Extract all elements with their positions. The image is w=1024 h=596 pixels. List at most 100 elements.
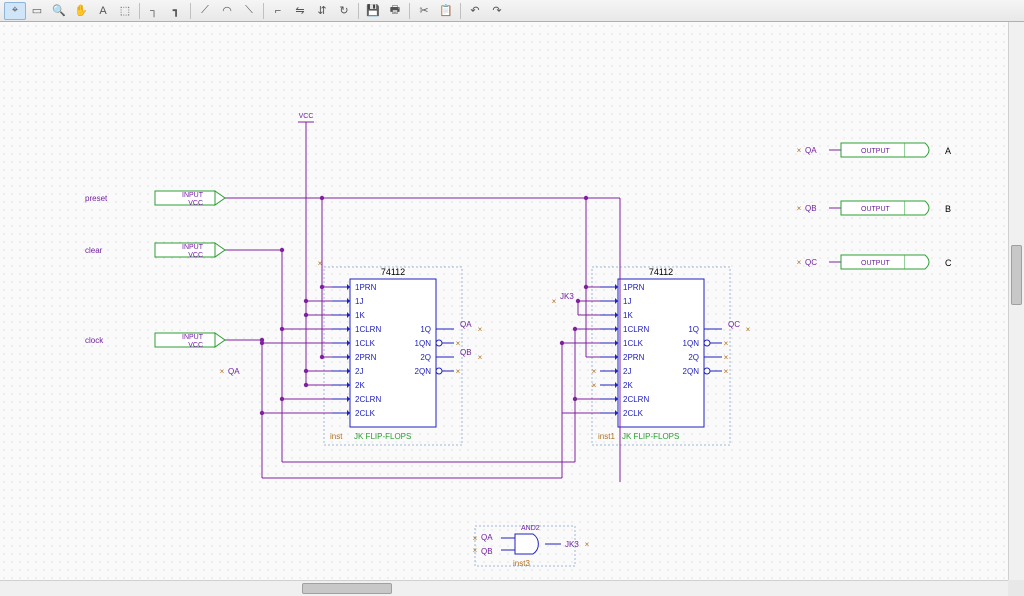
svg-text:1QN: 1QN: [415, 339, 432, 348]
svg-text:1Q: 1Q: [420, 325, 431, 334]
svg-text:×: ×: [797, 146, 802, 155]
undo-icon[interactable]: ↶: [464, 2, 486, 20]
svg-text:2Q: 2Q: [688, 353, 699, 362]
flip-h-icon[interactable]: ⇋: [289, 2, 311, 20]
svg-text:1K: 1K: [623, 311, 633, 320]
svg-text:1CLRN: 1CLRN: [355, 325, 381, 334]
svg-text:A: A: [945, 146, 951, 156]
svg-text:×: ×: [592, 381, 597, 390]
svg-text:×: ×: [473, 534, 478, 543]
svg-text:B: B: [945, 204, 951, 214]
scrollbar-thumb[interactable]: [1011, 245, 1022, 305]
svg-text:×: ×: [592, 367, 597, 376]
svg-text:INPUT: INPUT: [182, 334, 204, 341]
svg-text:QC: QC: [728, 320, 740, 329]
svg-text:1PRN: 1PRN: [355, 283, 377, 292]
svg-text:OUTPUT: OUTPUT: [861, 206, 891, 213]
svg-text:×: ×: [478, 353, 483, 362]
svg-text:1QN: 1QN: [683, 339, 700, 348]
svg-text:OUTPUT: OUTPUT: [861, 260, 891, 267]
zoom-icon[interactable]: 🔍: [48, 2, 70, 20]
svg-text:QC: QC: [805, 258, 817, 267]
svg-text:×: ×: [220, 367, 225, 376]
svg-text:INPUT: INPUT: [182, 192, 204, 199]
svg-text:inst1: inst1: [598, 432, 615, 441]
scroll-corner: [1008, 580, 1024, 596]
redo-icon[interactable]: ↷: [486, 2, 508, 20]
svg-text:1J: 1J: [623, 297, 631, 306]
svg-text:×: ×: [456, 367, 461, 376]
svg-text:inst: inst: [330, 432, 343, 441]
svg-text:×: ×: [585, 540, 590, 549]
svg-text:JK FLIP-FLOPS: JK FLIP-FLOPS: [622, 432, 679, 441]
svg-text:preset: preset: [85, 194, 108, 203]
svg-text:2CLK: 2CLK: [355, 409, 376, 418]
vertical-scrollbar[interactable]: [1008, 22, 1024, 580]
pointer-icon[interactable]: ⌖: [4, 2, 26, 20]
arc-icon[interactable]: ◠: [216, 2, 238, 20]
svg-text:INPUT: INPUT: [182, 244, 204, 251]
svg-text:clock: clock: [85, 336, 104, 345]
svg-text:1PRN: 1PRN: [623, 283, 645, 292]
svg-text:QB: QB: [481, 547, 493, 556]
svg-text:QA: QA: [460, 320, 472, 329]
svg-text:JK3: JK3: [560, 292, 574, 301]
svg-text:2QN: 2QN: [415, 367, 432, 376]
schematic-svg: 74112 1PRN 1J 1K 1CLRN 1CLK 2PRN 2J 2K 2CLRN 2CLK 1…: [0, 22, 1008, 580]
svg-text:JK FLIP-FLOPS: JK FLIP-FLOPS: [354, 432, 411, 441]
paste-icon[interactable]: 📋: [435, 2, 457, 20]
svg-text:2CLRN: 2CLRN: [623, 395, 649, 404]
rotate-icon[interactable]: ↻: [333, 2, 355, 20]
print-icon[interactable]: 🖶: [384, 2, 406, 20]
svg-text:QB: QB: [805, 204, 817, 213]
svg-text:×: ×: [797, 258, 802, 267]
svg-text:AND2: AND2: [521, 525, 540, 532]
svg-text:74112: 74112: [381, 267, 405, 277]
select-icon[interactable]: ▭: [26, 2, 48, 20]
scrollbar-thumb[interactable]: [302, 583, 392, 594]
svg-text:2J: 2J: [355, 367, 363, 376]
svg-text:×: ×: [724, 367, 729, 376]
toolbar: ⌖▭🔍✋A⬚ ┐┓ ⟋◠⟍ ⌐⇋⇵↻ 💾🖶 ✂📋 ↶↷: [0, 0, 1024, 22]
svg-text:1CLK: 1CLK: [355, 339, 376, 348]
svg-text:2K: 2K: [355, 381, 365, 390]
schematic-canvas[interactable]: 74112 1PRN 1J 1K 1CLRN 1CLK 2PRN 2J 2K 2CLRN 2CLK 1…: [0, 22, 1008, 580]
rubber-icon[interactable]: ⟍: [238, 2, 260, 20]
svg-text:2CLRN: 2CLRN: [355, 395, 381, 404]
svg-text:clear: clear: [85, 246, 103, 255]
cut-icon[interactable]: ✂: [413, 2, 435, 20]
svg-text:JK3: JK3: [565, 540, 579, 549]
svg-text:QB: QB: [460, 348, 472, 357]
svg-text:C: C: [945, 258, 952, 268]
svg-text:VCC: VCC: [188, 200, 203, 207]
save-icon[interactable]: 💾: [362, 2, 384, 20]
svg-text:74112: 74112: [649, 267, 673, 277]
symbol-icon[interactable]: ⬚: [114, 2, 136, 20]
hand-icon[interactable]: ✋: [70, 2, 92, 20]
svg-text:OUTPUT: OUTPUT: [861, 148, 891, 155]
partial-icon[interactable]: ⌐: [267, 2, 289, 20]
svg-text:QA: QA: [805, 146, 817, 155]
bus-icon[interactable]: ┓: [165, 2, 187, 20]
svg-text:×: ×: [478, 325, 483, 334]
text-icon[interactable]: A: [92, 2, 114, 20]
svg-text:×: ×: [724, 339, 729, 348]
flip-v-icon[interactable]: ⇵: [311, 2, 333, 20]
svg-text:×: ×: [473, 546, 478, 555]
svg-text:2PRN: 2PRN: [623, 353, 645, 362]
horizontal-scrollbar[interactable]: [0, 580, 1008, 596]
svg-text:VCC: VCC: [188, 252, 203, 259]
svg-text:2CLK: 2CLK: [623, 409, 644, 418]
svg-text:1J: 1J: [355, 297, 363, 306]
svg-text:2J: 2J: [623, 367, 631, 376]
schematic-canvas-wrap: 74112 1PRN 1J 1K 1CLRN 1CLK 2PRN 2J 2K 2CLRN 2CLK 1…: [0, 22, 1008, 580]
svg-text:×: ×: [552, 297, 557, 306]
svg-text:1CLRN: 1CLRN: [623, 325, 649, 334]
svg-text:QA: QA: [228, 367, 240, 376]
svg-text:×: ×: [746, 325, 751, 334]
svg-text:1Q: 1Q: [688, 325, 699, 334]
svg-text:×: ×: [797, 204, 802, 213]
svg-text:VCC: VCC: [188, 342, 203, 349]
net-icon[interactable]: ┐: [143, 2, 165, 20]
line-icon[interactable]: ⟋: [194, 2, 216, 20]
